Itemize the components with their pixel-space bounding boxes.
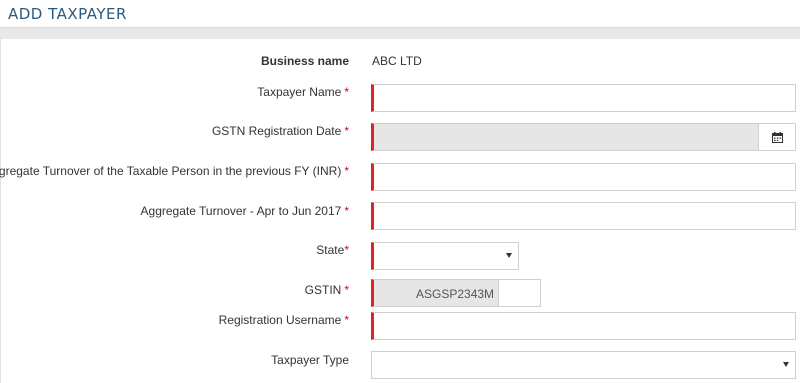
required-marker: * — [344, 243, 349, 257]
calendar-button[interactable] — [758, 124, 795, 150]
required-marker: * — [344, 85, 349, 99]
aggregate-turnover-prev-fy-input[interactable] — [371, 163, 796, 191]
gstin-value: ASGSP2343M — [416, 287, 495, 301]
business-name-value: ABC LTD — [372, 54, 422, 68]
gstin-input[interactable]: ASGSP2343M — [371, 279, 499, 307]
registration-username-label: Registration Username * — [218, 313, 349, 327]
required-marker: * — [344, 204, 349, 218]
taxpayer-name-input[interactable] — [371, 84, 796, 112]
gstin-label: GSTIN * — [304, 283, 349, 297]
header-band — [0, 27, 800, 39]
gstin-suffix-input[interactable] — [499, 279, 541, 307]
state-select[interactable] — [371, 242, 519, 270]
taxpayer-name-label: Taxpayer Name * — [257, 85, 349, 99]
required-marker: * — [344, 164, 349, 178]
taxpayer-type-select[interactable] — [371, 351, 796, 379]
required-marker: * — [344, 313, 349, 327]
taxpayer-type-label: Taxpayer Type — [271, 353, 349, 367]
gstn-registration-date-input[interactable] — [371, 123, 796, 151]
aggregate-turnover-prev-fy-label: Aggregate Turnover of the Taxable Person… — [0, 164, 349, 178]
caret-down-icon — [506, 253, 512, 258]
required-marker: * — [344, 124, 349, 138]
page-header: ADD TAXPAYER — [0, 0, 800, 28]
gstn-registration-date-label: GSTN Registration Date * — [211, 124, 349, 138]
page-title: ADD TAXPAYER — [8, 5, 127, 23]
business-name-label: Business name — [260, 54, 349, 68]
state-label: State* — [316, 243, 349, 257]
registration-username-input[interactable] — [371, 312, 796, 340]
aggregate-turnover-apr-jun-label: Aggregate Turnover - Apr to Jun 2017 * — [140, 204, 349, 218]
required-marker: * — [344, 283, 349, 297]
aggregate-turnover-apr-jun-input[interactable] — [371, 202, 796, 230]
calendar-icon — [771, 131, 783, 143]
caret-down-icon — [783, 362, 789, 367]
